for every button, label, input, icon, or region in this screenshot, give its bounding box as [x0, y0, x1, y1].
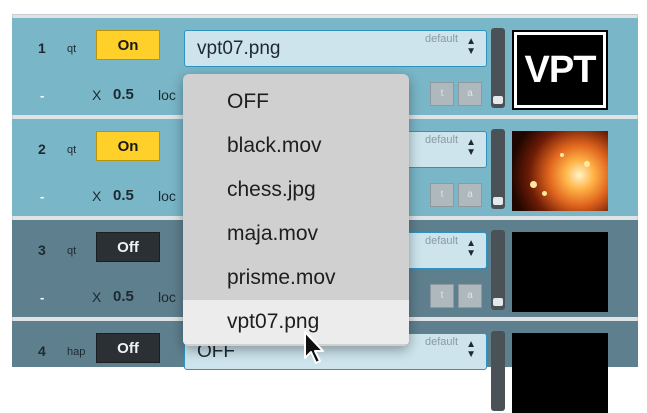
- on-off-toggle[interactable]: Off: [96, 232, 160, 262]
- minus-button[interactable]: -: [40, 189, 44, 204]
- scale-value[interactable]: 0.5: [113, 187, 134, 204]
- default-label: default: [424, 134, 458, 146]
- source-type: qt: [67, 144, 77, 156]
- level-slider[interactable]: [491, 331, 505, 411]
- up-down-arrows-icon: ▲ ▼: [466, 238, 476, 259]
- minus-button[interactable]: -: [40, 290, 44, 305]
- preview-thumbnail: VPT: [512, 30, 608, 110]
- minus-button[interactable]: -: [40, 88, 44, 103]
- default-label: default: [424, 33, 458, 45]
- preview-thumbnail: [512, 333, 608, 413]
- vpt-logo: VPT: [514, 32, 606, 108]
- source-type: qt: [67, 43, 77, 55]
- row-number: 1: [38, 40, 46, 56]
- up-down-arrows-icon: ▲ ▼: [466, 339, 476, 360]
- slider-knob[interactable]: [493, 298, 503, 306]
- scale-x-label: X: [92, 289, 102, 305]
- t-button[interactable]: t: [430, 284, 454, 308]
- loc-label: loc: [158, 188, 176, 204]
- up-down-arrows-icon: ▲ ▼: [466, 137, 476, 158]
- a-button[interactable]: a: [458, 183, 482, 207]
- file-dropdown-menu: OFF black.mov chess.jpg maja.mov prisme.…: [183, 74, 409, 346]
- scale-value[interactable]: 0.5: [113, 86, 134, 103]
- menu-item-black-mov[interactable]: black.mov: [227, 134, 322, 158]
- menu-item-maja-mov[interactable]: maja.mov: [227, 222, 318, 246]
- file-select-value: vpt07.png: [197, 38, 281, 59]
- a-button[interactable]: a: [458, 284, 482, 308]
- default-label: default: [424, 336, 458, 348]
- mouse-cursor-icon: [304, 331, 324, 364]
- slider-knob[interactable]: [493, 96, 503, 104]
- default-label: default: [424, 235, 458, 247]
- loc-label: loc: [158, 87, 176, 103]
- light-spot: [542, 191, 547, 196]
- row-number: 4: [38, 343, 46, 359]
- light-spot: [584, 161, 590, 167]
- up-down-arrows-icon: ▲ ▼: [466, 36, 476, 57]
- level-slider[interactable]: [491, 129, 505, 209]
- t-button[interactable]: t: [430, 183, 454, 207]
- preview-thumbnail: [512, 131, 608, 211]
- loc-label: loc: [158, 289, 176, 305]
- t-button[interactable]: t: [430, 82, 454, 106]
- light-spot: [560, 153, 564, 157]
- preview-thumbnail: [512, 232, 608, 312]
- slider-knob[interactable]: [493, 197, 503, 205]
- menu-item-off[interactable]: OFF: [227, 90, 269, 114]
- source-type: qt: [67, 245, 77, 257]
- scale-value[interactable]: 0.5: [113, 288, 134, 305]
- row-number: 2: [38, 141, 46, 157]
- fire-image: [512, 131, 608, 211]
- menu-item-chess-jpg[interactable]: chess.jpg: [227, 178, 316, 202]
- level-slider[interactable]: [491, 28, 505, 108]
- on-off-toggle[interactable]: Off: [96, 333, 160, 363]
- on-off-toggle[interactable]: On: [96, 131, 160, 161]
- row-number: 3: [38, 242, 46, 258]
- scale-x-label: X: [92, 87, 102, 103]
- scale-x-label: X: [92, 188, 102, 204]
- file-select[interactable]: vpt07.png default ▲ ▼: [184, 30, 487, 67]
- menu-item-prisme-mov[interactable]: prisme.mov: [227, 266, 336, 290]
- source-type: hap: [67, 346, 86, 358]
- a-button[interactable]: a: [458, 82, 482, 106]
- light-spot: [530, 181, 537, 188]
- level-slider[interactable]: [491, 230, 505, 310]
- on-off-toggle[interactable]: On: [96, 30, 160, 60]
